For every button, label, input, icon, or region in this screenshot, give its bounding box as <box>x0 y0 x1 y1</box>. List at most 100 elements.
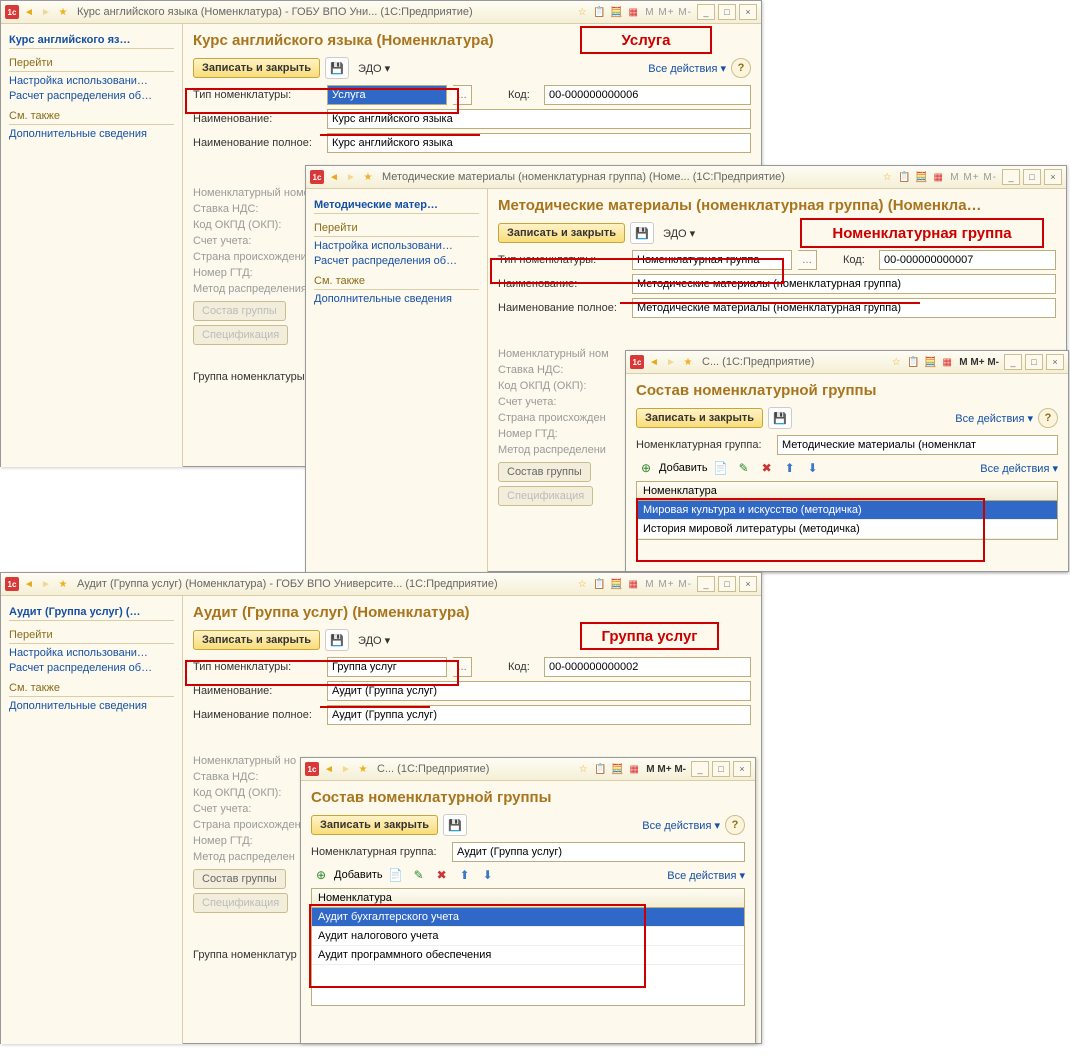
edit-icon[interactable]: ✎ <box>734 459 754 477</box>
fav-icon[interactable]: ☆ <box>575 577 589 591</box>
fav-icon[interactable]: ☆ <box>880 170 894 184</box>
input-name[interactable]: Курс английского языка <box>327 109 751 129</box>
cal-icon[interactable]: ▦ <box>940 355 954 369</box>
star-icon[interactable]: ★ <box>56 577 70 591</box>
edo-button[interactable]: ЭДО ▾ <box>354 632 394 649</box>
input-name[interactable]: Аудит (Группа услуг) <box>327 681 751 701</box>
doc-icon[interactable]: 📄 <box>386 866 406 884</box>
input-type[interactable]: Группа услуг <box>327 657 447 677</box>
save-close-button[interactable]: Записать и закрыть <box>636 408 763 428</box>
add-button[interactable]: Добавить <box>334 869 383 881</box>
fwd-icon[interactable]: ► <box>39 5 53 19</box>
clip-icon[interactable]: 📋 <box>593 762 607 776</box>
sidebar-link-additional[interactable]: Дополнительные сведения <box>9 700 174 712</box>
m-buttons[interactable]: M M+ M- <box>644 764 688 775</box>
sidebar-link-calc[interactable]: Расчет распределения об… <box>9 662 174 674</box>
sidebar-link-additional[interactable]: Дополнительные сведения <box>314 293 479 305</box>
grid-row-1[interactable]: Аудит бухгалтерского учета <box>312 908 744 927</box>
fav-icon[interactable]: ☆ <box>576 762 590 776</box>
input-type[interactable]: Номенклатурная группа <box>632 250 792 270</box>
add-button[interactable]: Добавить <box>659 462 708 474</box>
doc-icon[interactable]: 📄 <box>711 459 731 477</box>
fwd-icon[interactable]: ► <box>39 577 53 591</box>
cal-icon[interactable]: ▦ <box>626 5 640 19</box>
back-icon[interactable]: ◄ <box>327 170 341 184</box>
star-icon[interactable]: ★ <box>361 170 375 184</box>
help-icon[interactable]: ? <box>725 815 745 835</box>
back-icon[interactable]: ◄ <box>647 355 661 369</box>
save-icon[interactable]: 💾 <box>325 629 349 651</box>
help-icon[interactable]: ? <box>731 58 751 78</box>
back-icon[interactable]: ◄ <box>22 5 36 19</box>
input-name[interactable]: Методические материалы (номенклатурная г… <box>632 274 1056 294</box>
fwd-icon[interactable]: ► <box>339 762 353 776</box>
input-code[interactable]: 00-000000000006 <box>544 85 751 105</box>
calc-icon[interactable]: 🧮 <box>610 762 624 776</box>
max-button[interactable]: □ <box>718 576 736 592</box>
type-picker[interactable]: … <box>453 657 472 677</box>
star-icon[interactable]: ★ <box>681 355 695 369</box>
down-icon[interactable]: ⬇ <box>478 866 498 884</box>
spec-button[interactable]: Спецификация <box>193 325 288 345</box>
max-button[interactable]: □ <box>1025 354 1043 370</box>
fwd-icon[interactable]: ► <box>344 170 358 184</box>
max-button[interactable]: □ <box>712 761 730 777</box>
back-icon[interactable]: ◄ <box>322 762 336 776</box>
m-buttons[interactable]: M M+ M- <box>643 579 694 590</box>
all-actions[interactable]: Все действия ▾ <box>955 412 1033 425</box>
min-button[interactable]: _ <box>691 761 709 777</box>
min-button[interactable]: _ <box>697 576 715 592</box>
cal-icon[interactable]: ▦ <box>626 577 640 591</box>
min-button[interactable]: _ <box>1002 169 1020 185</box>
input-type[interactable]: Услуга <box>327 85 447 105</box>
help-icon[interactable]: ? <box>1038 408 1058 428</box>
input-fullname[interactable]: Курс английского языка <box>327 133 751 153</box>
back-icon[interactable]: ◄ <box>22 577 36 591</box>
fav-icon[interactable]: ☆ <box>575 5 589 19</box>
all-actions2[interactable]: Все действия ▾ <box>667 869 745 882</box>
clip-icon[interactable]: 📋 <box>592 5 606 19</box>
fwd-icon[interactable]: ► <box>664 355 678 369</box>
all-actions-link[interactable]: Все действия ▾ <box>648 62 726 75</box>
sidebar-link-additional[interactable]: Дополнительные сведения <box>9 128 174 140</box>
add-icon[interactable]: ⊕ <box>636 459 656 477</box>
all-actions[interactable]: Все действия ▾ <box>642 819 720 832</box>
input-grp[interactable]: Аудит (Группа услуг) <box>452 842 745 862</box>
close-button[interactable]: × <box>733 761 751 777</box>
clip-icon[interactable]: 📋 <box>592 577 606 591</box>
max-button[interactable]: □ <box>1023 169 1041 185</box>
close-button[interactable]: × <box>1044 169 1062 185</box>
group-button[interactable]: Состав группы <box>193 301 286 321</box>
close-button[interactable]: × <box>1046 354 1064 370</box>
save-close-button[interactable]: Записать и закрыть <box>498 223 625 243</box>
down-icon[interactable]: ⬇ <box>803 459 823 477</box>
calc-icon[interactable]: 🧮 <box>923 355 937 369</box>
fav-icon[interactable]: ☆ <box>889 355 903 369</box>
edit-icon[interactable]: ✎ <box>409 866 429 884</box>
clip-icon[interactable]: 📋 <box>906 355 920 369</box>
m-buttons[interactable]: M M+ M- <box>643 7 694 18</box>
input-code[interactable]: 00-000000000002 <box>544 657 751 677</box>
edo-button[interactable]: ЭДО ▾ <box>659 225 699 242</box>
input-fullname[interactable]: Аудит (Группа услуг) <box>327 705 751 725</box>
cal-icon[interactable]: ▦ <box>931 170 945 184</box>
max-button[interactable]: □ <box>718 4 736 20</box>
type-picker[interactable]: … <box>453 85 472 105</box>
sidebar-link-calc[interactable]: Расчет распределения об… <box>314 255 479 267</box>
type-picker[interactable]: … <box>798 250 817 270</box>
save-close-button[interactable]: Записать и закрыть <box>193 58 320 78</box>
grid-row-2[interactable]: История мировой литературы (методичка) <box>637 520 1057 539</box>
edo-button[interactable]: ЭДО ▾ <box>354 60 394 77</box>
spec-button[interactable]: Спецификация <box>193 893 288 913</box>
calc-icon[interactable]: 🧮 <box>609 5 623 19</box>
min-button[interactable]: _ <box>1004 354 1022 370</box>
sidebar-link-calc[interactable]: Расчет распределения об… <box>9 90 174 102</box>
input-code[interactable]: 00-000000000007 <box>879 250 1056 270</box>
cal-icon[interactable]: ▦ <box>627 762 641 776</box>
sidebar-link-settings[interactable]: Настройка использовани… <box>314 240 479 252</box>
save-icon[interactable]: 💾 <box>325 57 349 79</box>
grid-row-3[interactable]: Аудит программного обеспечения <box>312 946 744 965</box>
grid-row-2[interactable]: Аудит налогового учета <box>312 927 744 946</box>
save-close-button[interactable]: Записать и закрыть <box>311 815 438 835</box>
m-buttons[interactable]: M M+ M- <box>957 357 1001 368</box>
